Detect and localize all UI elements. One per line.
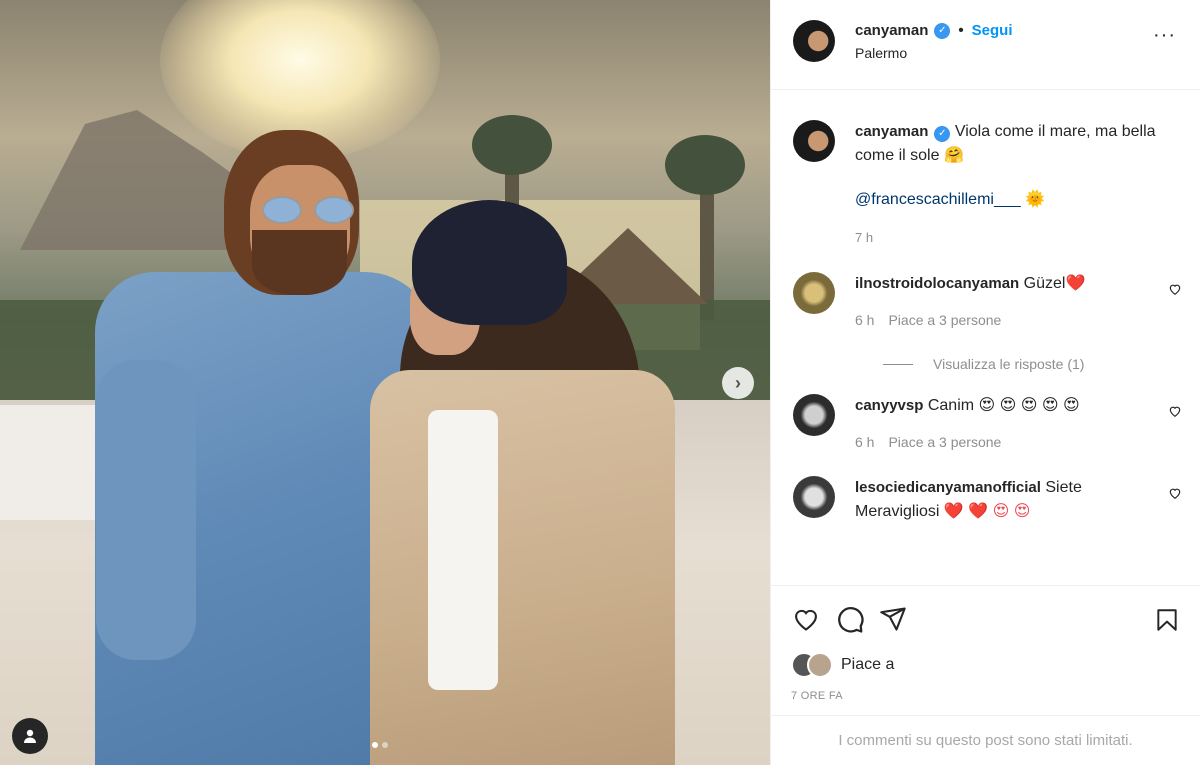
comment-item: canyyvsp Canim 😍 😍 😍 😍 😍 6 h Piace a 3 pe… [793,394,1182,454]
man-beard [252,230,347,295]
tagged-users-button[interactable] [12,718,48,754]
author-avatar[interactable] [793,20,835,62]
commenter-username[interactable]: ilnostroidolocanyaman [855,275,1019,292]
man-sleeve [96,360,196,660]
caption-text-line1: Viola come il mare, ma [954,123,1118,140]
view-replies-button[interactable]: Visualizza le risposte (1) [883,356,1182,372]
comments-section[interactable]: canyaman ✓ Viola come il mare, ma bella c… [771,90,1200,585]
mention-link[interactable]: @francescachillemi___ [855,188,1021,212]
user-icon [24,729,36,743]
palm-crown [472,115,552,175]
hugging-face-emoji: 🤗 [943,147,964,164]
comment-likes[interactable]: Piace a 3 persone [888,312,1001,328]
sunglasses [262,196,357,226]
likes-row[interactable]: Piace a [791,652,1178,678]
comment-meta: 6 h Piace a 3 persone [855,308,1145,332]
carousel-dots [372,742,388,748]
commenter-avatar[interactable] [793,394,835,436]
comment-item: lesociedicanyamanofficial Siete Meravigl… [793,476,1182,524]
post-location[interactable]: Palermo [855,45,1012,61]
comment-text: Siete [1045,479,1082,496]
heart-emoji: ❤️ [1065,275,1086,292]
comment-text-line2: Meravigliosi [855,503,940,520]
separator-dot: • [958,22,964,39]
comment-text: Canim [927,397,975,414]
comment-body: lesociedicanyamanofficial Siete Meravigl… [855,476,1145,524]
comments-limited-notice: I commenti su questo post sono stati lim… [771,715,1200,765]
liker-avatar [807,652,833,678]
post-caption: canyaman ✓ Viola come il mare, ma bella c… [793,120,1182,250]
heart-eyes-emoji: 😍 😍 😍 😍 😍 [978,397,1080,414]
post-side-panel: canyaman ✓ • Segui Palermo ··· canyaman ✓… [770,0,1200,765]
verified-badge-icon: ✓ [934,126,951,142]
save-bookmark-icon[interactable] [1154,606,1180,634]
share-send-icon[interactable] [879,605,907,633]
woman-blouse [428,410,498,690]
carousel-dot-active [372,742,378,748]
comment-body: ilnostroidolocanyaman Güzel❤️ 6 h Piace a… [855,272,1145,332]
caption-avatar[interactable] [793,120,835,162]
more-options-icon[interactable]: ··· [1153,25,1176,45]
hearts-emoji: ❤️ ❤️ 😍 😍 [943,503,1031,520]
comment-time[interactable]: 6 h [855,312,874,328]
carousel-dot [382,742,388,748]
comment-time[interactable]: 6 h [855,434,874,450]
like-comment-heart-icon[interactable] [1168,404,1182,418]
woman-cap [412,200,567,325]
like-comment-heart-icon[interactable] [1168,282,1182,296]
post-photo[interactable]: › [0,0,770,765]
next-photo-button[interactable]: › [722,367,754,399]
instagram-post: › canyaman ✓ • Segui Palermo ··· canyama… [0,0,1200,765]
caption-body: canyaman ✓ Viola come il mare, ma bella c… [855,120,1165,250]
commenter-avatar[interactable] [793,272,835,314]
caption-time[interactable]: 7 h [855,226,1165,250]
comment-meta: 6 h Piace a 3 persone [855,430,1145,454]
post-actions: Piace a 7 ORE FA [771,585,1200,715]
like-heart-icon[interactable] [791,605,821,633]
sun-emoji: 🌞 [1025,191,1046,208]
likes-label[interactable]: Piace a [841,656,894,674]
post-timestamp[interactable]: 7 ORE FA [791,690,1178,702]
author-info: canyaman ✓ • Segui Palermo [855,22,1012,89]
follow-button[interactable]: Segui [972,22,1013,39]
palm-crown [665,135,745,195]
caption-username[interactable]: canyaman [855,123,928,140]
like-comment-heart-icon[interactable] [1168,486,1182,500]
post-header: canyaman ✓ • Segui Palermo ··· [771,0,1200,90]
view-replies-label: Visualizza le risposte (1) [933,356,1085,372]
comment-body: canyyvsp Canim 😍 😍 😍 😍 😍 6 h Piace a 3 pe… [855,394,1145,454]
comment-likes[interactable]: Piace a 3 persone [888,434,1001,450]
action-icons [791,602,1178,636]
comment-item: ilnostroidolocanyaman Güzel❤️ 6 h Piace a… [793,272,1182,332]
comment-text: Güzel [1023,275,1066,292]
commenter-username[interactable]: lesociedicanyamanofficial [855,479,1041,496]
commenter-avatar[interactable] [793,476,835,518]
comment-icon[interactable] [835,604,865,634]
verified-badge-icon: ✓ [934,22,951,39]
replies-line [883,363,913,365]
woman-blazer [370,370,675,765]
author-username[interactable]: canyaman [855,22,928,39]
commenter-username[interactable]: canyyvsp [855,397,923,414]
